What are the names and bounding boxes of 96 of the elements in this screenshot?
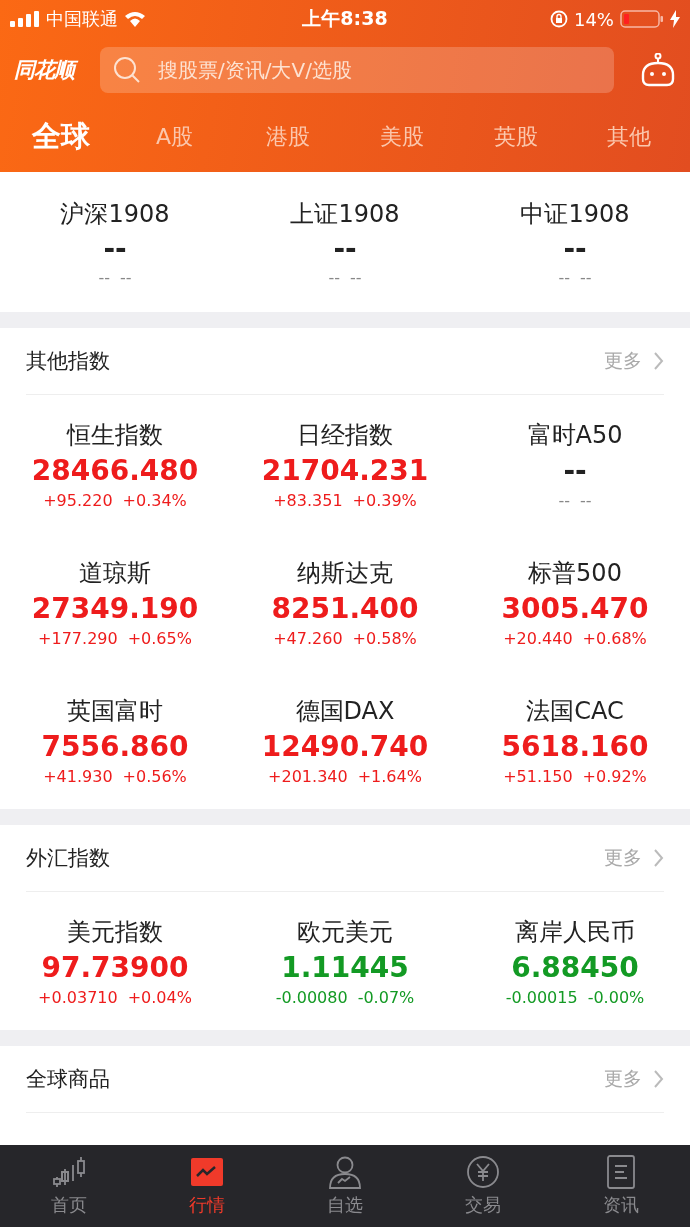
rotation-lock-icon — [549, 10, 568, 28]
index-value: 7556.860 — [41, 728, 189, 765]
index-name: 纳斯达克 — [297, 557, 393, 589]
index-change: +0.03710 — [38, 987, 118, 1007]
index-value: -- — [333, 230, 357, 267]
yen-icon — [466, 1155, 500, 1189]
more-link[interactable]: 更多 — [604, 1066, 664, 1092]
index-name: 道琼斯 — [79, 557, 151, 589]
status-time: 上午8:38 — [302, 6, 388, 31]
index-name: 欧元美元 — [297, 916, 393, 948]
index-value: 21704.231 — [261, 452, 429, 489]
nav-tab[interactable]: 自选 — [276, 1145, 414, 1227]
market-tab[interactable]: 港股 — [231, 122, 345, 152]
section-title: 全球商品 — [26, 1066, 110, 1093]
nav-tab[interactable]: 交易 — [414, 1145, 552, 1227]
battery-icon — [620, 9, 664, 29]
chevron-icon — [654, 352, 664, 370]
nav-tab[interactable]: 资讯 — [552, 1145, 690, 1227]
index-value: -- — [563, 452, 587, 489]
index-name: 德国DAX — [295, 695, 395, 727]
index-change: -- — [558, 490, 570, 510]
carrier-name: 中国联通 — [46, 7, 118, 31]
index-change: +51.150 — [503, 766, 573, 786]
index-change: +201.340 — [268, 766, 348, 786]
index-value: 6.88450 — [511, 949, 639, 986]
person-icon — [328, 1155, 362, 1189]
index-percent: +0.39% — [352, 490, 417, 510]
index-value: 8251.400 — [271, 590, 419, 627]
index-percent: +0.34% — [122, 490, 187, 510]
market-tab[interactable]: 美股 — [345, 122, 459, 152]
index-percent: -0.07% — [357, 987, 415, 1007]
nav-tab[interactable]: 首页 — [0, 1145, 138, 1227]
candlestick-icon — [52, 1155, 86, 1189]
index-name: 英国富时 — [67, 695, 163, 727]
index-percent: -0.00% — [587, 987, 645, 1007]
index-value: 1.11445 — [281, 949, 409, 986]
index-change: +95.220 — [43, 490, 113, 510]
index-name: 离岸人民币 — [515, 916, 635, 948]
index-percent: -- — [580, 267, 592, 287]
robot-icon[interactable] — [640, 53, 676, 87]
market-tab[interactable]: A股 — [117, 122, 232, 152]
section-title: 其他指数 — [26, 348, 110, 375]
index-change: +47.260 — [273, 628, 343, 648]
market-tab[interactable]: 全球 — [4, 117, 118, 157]
index-change: +20.440 — [503, 628, 573, 648]
index-percent: +0.68% — [582, 628, 647, 648]
market-tab[interactable]: 其他 — [572, 122, 687, 152]
index-change: +83.351 — [273, 490, 343, 510]
document-icon — [604, 1155, 638, 1189]
more-link[interactable]: 更多 — [604, 845, 664, 871]
index-percent: +0.58% — [352, 628, 417, 648]
wifi-icon — [124, 11, 146, 27]
index-value: 28466.480 — [31, 452, 199, 489]
index-percent: +0.56% — [122, 766, 187, 786]
index-percent: +0.65% — [127, 628, 192, 648]
index-percent: +1.64% — [357, 766, 422, 786]
nav-tab[interactable]: 行情 — [138, 1145, 276, 1227]
index-change: -- — [558, 267, 570, 287]
index-percent: +0.92% — [582, 766, 647, 786]
charging-icon — [670, 10, 680, 28]
index-value: 12490.740 — [261, 728, 429, 765]
index-name: 沪深1908 — [60, 198, 170, 230]
index-name: 上证1908 — [290, 198, 400, 230]
index-value: -- — [563, 230, 587, 267]
index-name: 日经指数 — [297, 419, 393, 451]
index-change: -0.00080 — [275, 987, 348, 1007]
index-change: -- — [328, 267, 340, 287]
search-icon — [112, 55, 142, 85]
index-name: 美元指数 — [67, 916, 163, 948]
more-link[interactable]: 更多 — [604, 348, 664, 374]
index-percent: -- — [580, 490, 592, 510]
index-name: 恒生指数 — [67, 419, 163, 451]
index-value: 27349.190 — [31, 590, 199, 627]
index-value: 5618.160 — [501, 728, 649, 765]
index-value: 3005.470 — [501, 590, 649, 627]
index-percent: -- — [120, 267, 132, 287]
battery-percent: 14% — [573, 8, 614, 30]
signal-icon — [10, 11, 40, 27]
index-name: 法国CAC — [526, 695, 624, 727]
index-value: 97.73900 — [41, 949, 189, 986]
chevron-icon — [654, 849, 664, 867]
index-percent: -- — [350, 267, 362, 287]
chevron-icon — [654, 1070, 664, 1088]
index-percent: +0.04% — [127, 987, 192, 1007]
index-change: -0.00015 — [505, 987, 578, 1007]
app-logo: 同花顺 — [14, 56, 88, 84]
index-name: 中证1908 — [520, 198, 630, 230]
index-name: 富时A50 — [527, 419, 623, 451]
index-change: +177.290 — [38, 628, 118, 648]
index-name: 标普500 — [528, 557, 622, 589]
index-change: -- — [98, 267, 110, 287]
chart-icon — [190, 1155, 224, 1189]
section-title: 外汇指数 — [26, 845, 110, 872]
index-value: -- — [103, 230, 127, 267]
market-tab[interactable]: 英股 — [458, 122, 573, 152]
index-change: +41.930 — [43, 766, 113, 786]
